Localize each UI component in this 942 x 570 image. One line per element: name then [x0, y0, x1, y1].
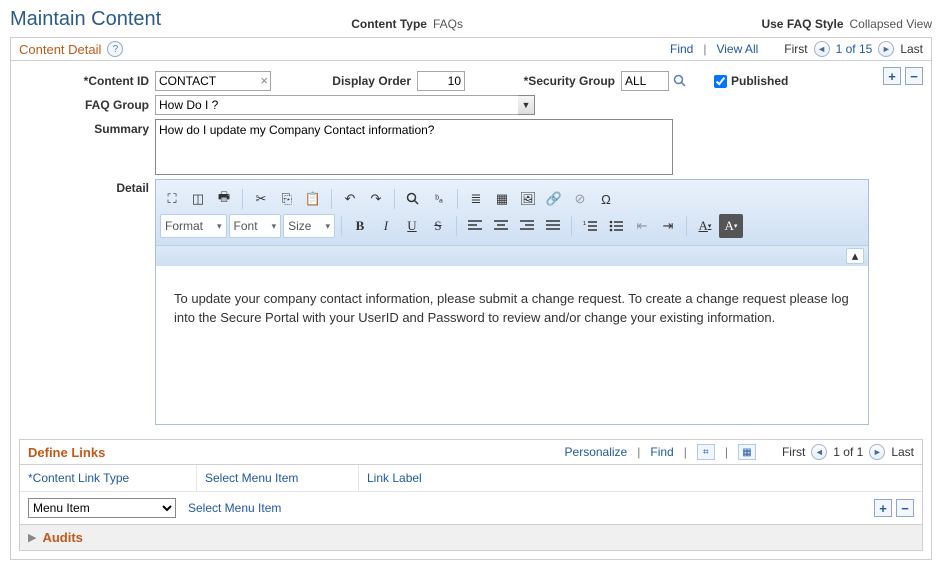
- lookup-icon[interactable]: [672, 73, 688, 89]
- align-center-icon[interactable]: [489, 214, 513, 238]
- italic-button[interactable]: I: [374, 214, 398, 238]
- help-icon[interactable]: ?: [107, 41, 123, 57]
- prev-row-button[interactable]: ◄: [814, 41, 830, 57]
- cut-icon[interactable]: ✂: [249, 187, 273, 211]
- bold-button[interactable]: B: [348, 214, 372, 238]
- collapse-toolbar-icon[interactable]: ▴: [846, 248, 864, 264]
- table-icon[interactable]: ▦: [490, 187, 514, 211]
- bullet-list-icon[interactable]: [604, 214, 628, 238]
- content-link-type-select[interactable]: Menu Item: [28, 498, 176, 518]
- content-id-label: *Content ID: [19, 74, 155, 88]
- define-links-header: Define Links Personalize | Find | ⌗ | ▦ …: [19, 439, 923, 465]
- add-link-row-button[interactable]: +: [874, 499, 892, 517]
- chevron-down-icon[interactable]: ▼: [518, 95, 535, 115]
- find-icon[interactable]: [401, 187, 425, 211]
- align-left-icon[interactable]: [463, 214, 487, 238]
- copy-icon[interactable]: ⎘: [275, 187, 299, 211]
- display-order-label: Display Order: [271, 74, 417, 88]
- delete-link-row-button[interactable]: −: [896, 499, 914, 517]
- underline-button[interactable]: U: [400, 214, 424, 238]
- faq-style-value: Collapsed View: [850, 17, 933, 31]
- links-first-label: First: [782, 445, 805, 459]
- delete-row-button[interactable]: −: [905, 67, 923, 85]
- strike-button[interactable]: S: [426, 214, 450, 238]
- content-id-input[interactable]: [155, 71, 271, 91]
- links-next-button[interactable]: ►: [869, 444, 885, 460]
- faq-style-label: Use FAQ Style: [761, 17, 843, 31]
- content-type-value: FAQs: [433, 17, 463, 31]
- content-detail-title: Content Detail: [19, 42, 101, 57]
- print-icon[interactable]: 🖶: [212, 187, 236, 211]
- next-row-button[interactable]: ►: [878, 41, 894, 57]
- links-prev-button[interactable]: ◄: [811, 444, 827, 460]
- clear-icon[interactable]: ×: [260, 73, 268, 88]
- content-detail-header: Content Detail ? Find | View All First ◄…: [10, 37, 932, 60]
- page-title: Maintain Content: [10, 8, 161, 31]
- svg-text:1: 1: [583, 221, 586, 227]
- size-combo[interactable]: Size▾: [283, 214, 335, 238]
- redo-icon[interactable]: ↷: [364, 187, 388, 211]
- special-char-icon[interactable]: Ω: [594, 187, 618, 211]
- summary-label: Summary: [19, 119, 155, 136]
- audits-title: Audits: [42, 530, 82, 545]
- table-row: Menu Item Select Menu Item + −: [20, 491, 922, 524]
- outdent-icon[interactable]: ⇤: [630, 214, 654, 238]
- nav-last-label: Last: [900, 42, 923, 56]
- align-right-icon[interactable]: [515, 214, 539, 238]
- links-find-link[interactable]: Find: [650, 445, 673, 459]
- text-color-button[interactable]: A▾: [693, 214, 717, 238]
- define-links-grid: *Content Link Type Select Menu Item Link…: [19, 465, 923, 525]
- display-order-input[interactable]: [417, 71, 465, 91]
- detail-label: Detail: [19, 179, 155, 195]
- format-combo[interactable]: Format▾: [160, 214, 227, 238]
- nav-first-label: First: [784, 42, 807, 56]
- select-menu-item-link[interactable]: Select Menu Item: [188, 501, 281, 515]
- image-icon[interactable]: 🖼: [516, 187, 540, 211]
- faq-group-select[interactable]: [155, 95, 518, 115]
- view-all-link[interactable]: View All: [716, 42, 758, 56]
- numbered-list-icon[interactable]: 1: [578, 214, 602, 238]
- align-justify-icon[interactable]: [541, 214, 565, 238]
- col-select-menu-item[interactable]: Select Menu Item: [197, 465, 359, 491]
- add-row-button[interactable]: +: [883, 67, 901, 85]
- rich-text-editor: ⛶ ◫ 🖶 ✂ ⎘ 📋 ↶ ↷ ᵇₐ ≣: [155, 179, 869, 425]
- col-link-label[interactable]: Link Label: [359, 465, 922, 491]
- content-type-label: Content Type: [351, 17, 427, 31]
- zoom-grid-icon[interactable]: ⌗: [697, 444, 715, 460]
- link-icon[interactable]: 🔗: [542, 187, 566, 211]
- published-checkbox[interactable]: [714, 75, 727, 88]
- paste-icon[interactable]: 📋: [301, 187, 325, 211]
- rte-content[interactable]: To update your company contact informati…: [156, 266, 868, 424]
- find-link[interactable]: Find: [670, 42, 693, 56]
- expand-icon[interactable]: ▶: [28, 531, 36, 544]
- content-detail-body: + − *Content ID × Display Order *Securit…: [10, 60, 932, 560]
- security-group-input[interactable]: [621, 71, 669, 91]
- font-combo[interactable]: Font▾: [229, 214, 282, 238]
- row-position[interactable]: 1 of 15: [836, 42, 873, 56]
- replace-icon[interactable]: ᵇₐ: [427, 187, 451, 211]
- security-group-label: *Security Group: [465, 74, 621, 88]
- summary-textarea[interactable]: How do I update my Company Contact infor…: [155, 119, 673, 175]
- page-header: Maintain Content Content Type FAQs Use F…: [10, 8, 932, 31]
- bg-color-button[interactable]: A▾: [719, 214, 743, 238]
- personalize-link[interactable]: Personalize: [565, 445, 628, 459]
- maximize-icon[interactable]: ⛶: [160, 187, 184, 211]
- source-icon[interactable]: ◫: [186, 187, 210, 211]
- remove-format-icon[interactable]: ≣: [464, 187, 488, 211]
- audits-section[interactable]: ▶ Audits: [19, 525, 923, 551]
- col-content-link-type[interactable]: *Content Link Type: [20, 465, 197, 491]
- download-grid-icon[interactable]: ▦: [738, 444, 756, 460]
- indent-icon[interactable]: ⇥: [656, 214, 680, 238]
- links-last-label: Last: [891, 445, 914, 459]
- published-label: Published: [731, 74, 788, 88]
- faq-group-label: FAQ Group: [19, 98, 155, 112]
- links-position: 1 of 1: [833, 445, 863, 459]
- undo-icon[interactable]: ↶: [338, 187, 362, 211]
- define-links-title: Define Links: [28, 445, 105, 460]
- unlink-icon[interactable]: ⊘: [568, 187, 592, 211]
